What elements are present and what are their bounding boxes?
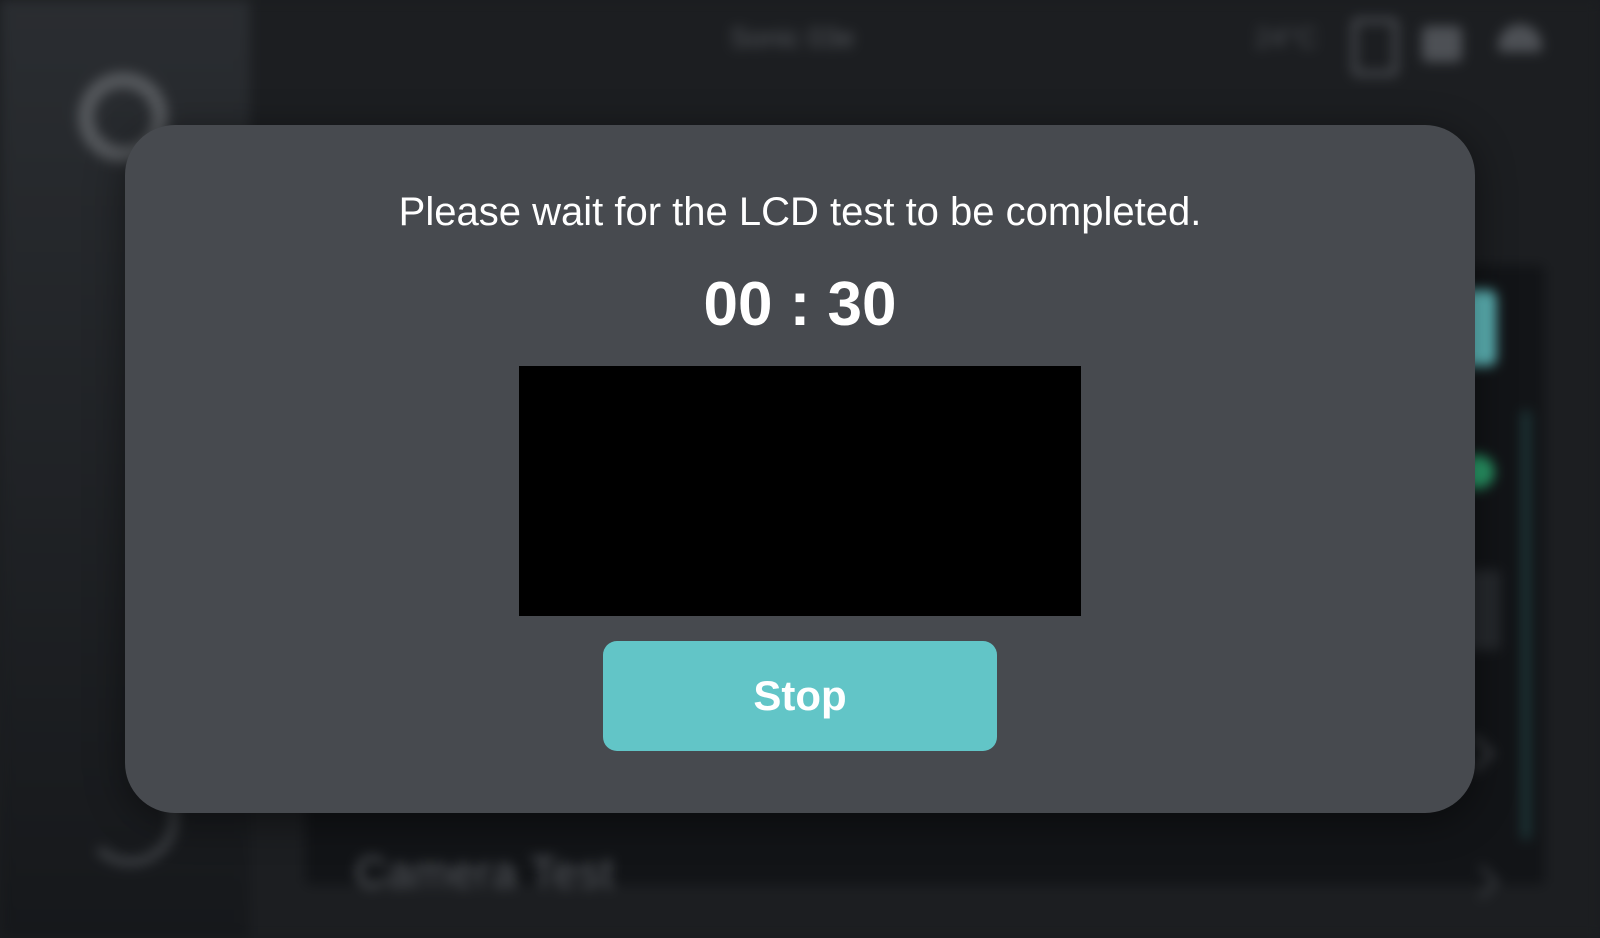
temperature-readout: 24°C [1255, 22, 1318, 53]
lcd-test-dialog: Please wait for the LCD test to be compl… [125, 125, 1475, 813]
screen: Sonic 03e 24°C Camera Test Please wait f… [0, 0, 1600, 938]
dialog-message: Please wait for the LCD test to be compl… [398, 190, 1202, 234]
scrollbar[interactable] [1522, 410, 1530, 840]
header-title: Sonic 03e [730, 22, 855, 53]
stop-button[interactable]: Stop [603, 641, 997, 751]
tablet-icon [1352, 18, 1398, 76]
countdown-timer: 00 : 30 [703, 270, 897, 339]
lock-icon [1422, 26, 1462, 62]
list-item-camera-test[interactable]: Camera Test [355, 848, 615, 898]
lcd-test-preview [519, 366, 1081, 616]
